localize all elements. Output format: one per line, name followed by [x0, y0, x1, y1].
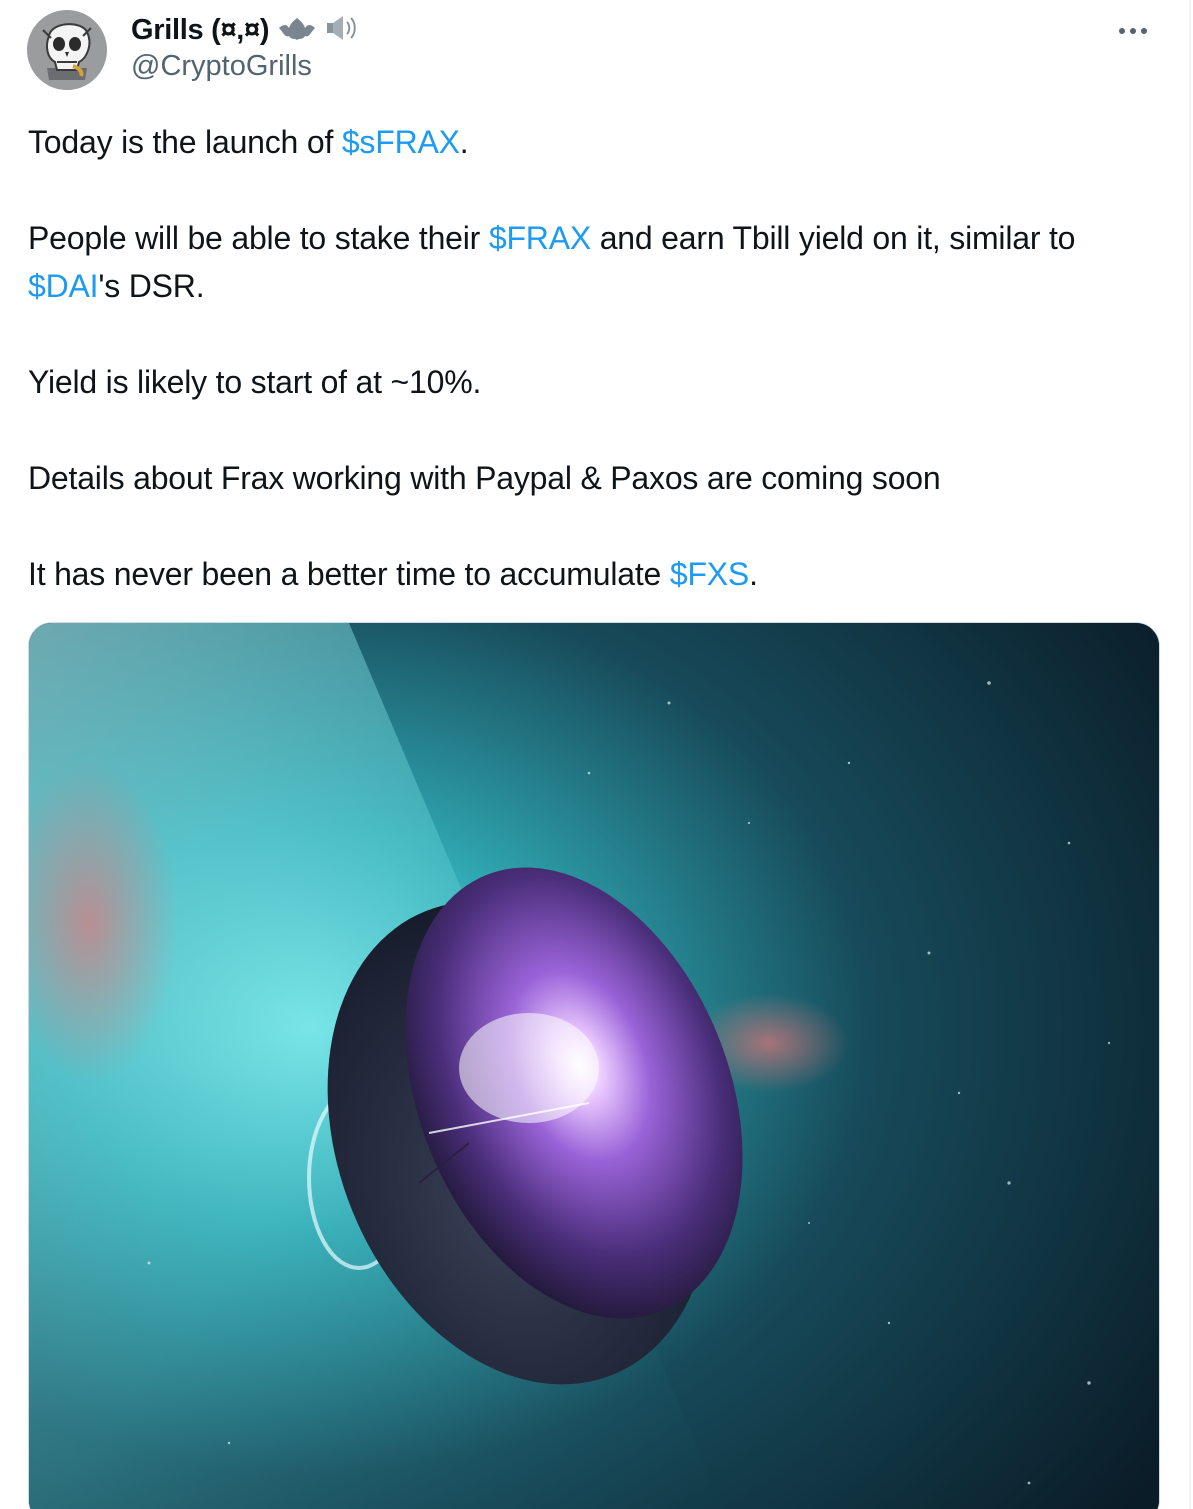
tweet-text-segment: Today is the launch of [28, 124, 342, 160]
avatar[interactable] [27, 10, 107, 90]
tweet-text-segment: 's DSR. [98, 268, 205, 304]
display-name[interactable]: Grills (¤,¤) [131, 14, 270, 47]
tweet-text-segment: Yield is likely to start of at ~10%. [28, 364, 482, 400]
space-orb-illustration [29, 623, 1159, 1509]
tweet-paragraph: It has never been a better time to accum… [28, 550, 1163, 598]
tweet-text-segment: It has never been a better time to accum… [28, 556, 670, 592]
tweet-text-segment: . [459, 124, 469, 160]
divider [1189, 0, 1191, 1509]
tweet-paragraph: Yield is likely to start of at ~10%. [28, 358, 1163, 406]
cashtag-link[interactable]: $DAI [28, 268, 99, 304]
tweet-text-segment: Details about Frax working with Paypal &… [28, 460, 941, 496]
tweet-text: Today is the launch of $sFRAX. People wil… [28, 118, 1163, 598]
tweet-text-segment: People will be able to stake their [28, 220, 489, 256]
cashtag-link[interactable]: $FRAX [489, 220, 591, 256]
more-options-button[interactable] [1110, 14, 1156, 48]
tweet-text-segment: and earn Tbill yield on it, similar to [591, 220, 1076, 256]
bat-icon [277, 14, 317, 47]
tweet-paragraph: Today is the launch of $sFRAX. [28, 118, 1163, 166]
author-name-row: Grills (¤,¤) [131, 10, 361, 50]
speaker-icon [325, 13, 361, 48]
tweet-paragraph: Details about Frax working with Paypal &… [28, 454, 1163, 502]
skull-avatar-icon [27, 10, 107, 90]
cashtag-link[interactable]: $sFRAX [342, 124, 460, 160]
tweet-media-image[interactable] [28, 622, 1160, 1509]
cashtag-link[interactable]: $FXS [670, 556, 749, 592]
author-handle[interactable]: @CryptoGrills [131, 50, 312, 83]
tweet-paragraph: People will be able to stake their $FRAX… [28, 214, 1163, 310]
tweet-text-segment: . [749, 556, 758, 592]
more-dots-icon [1119, 28, 1147, 34]
tweet-page: Grills (¤,¤) @CryptoGrills Today is the … [0, 0, 1193, 1509]
